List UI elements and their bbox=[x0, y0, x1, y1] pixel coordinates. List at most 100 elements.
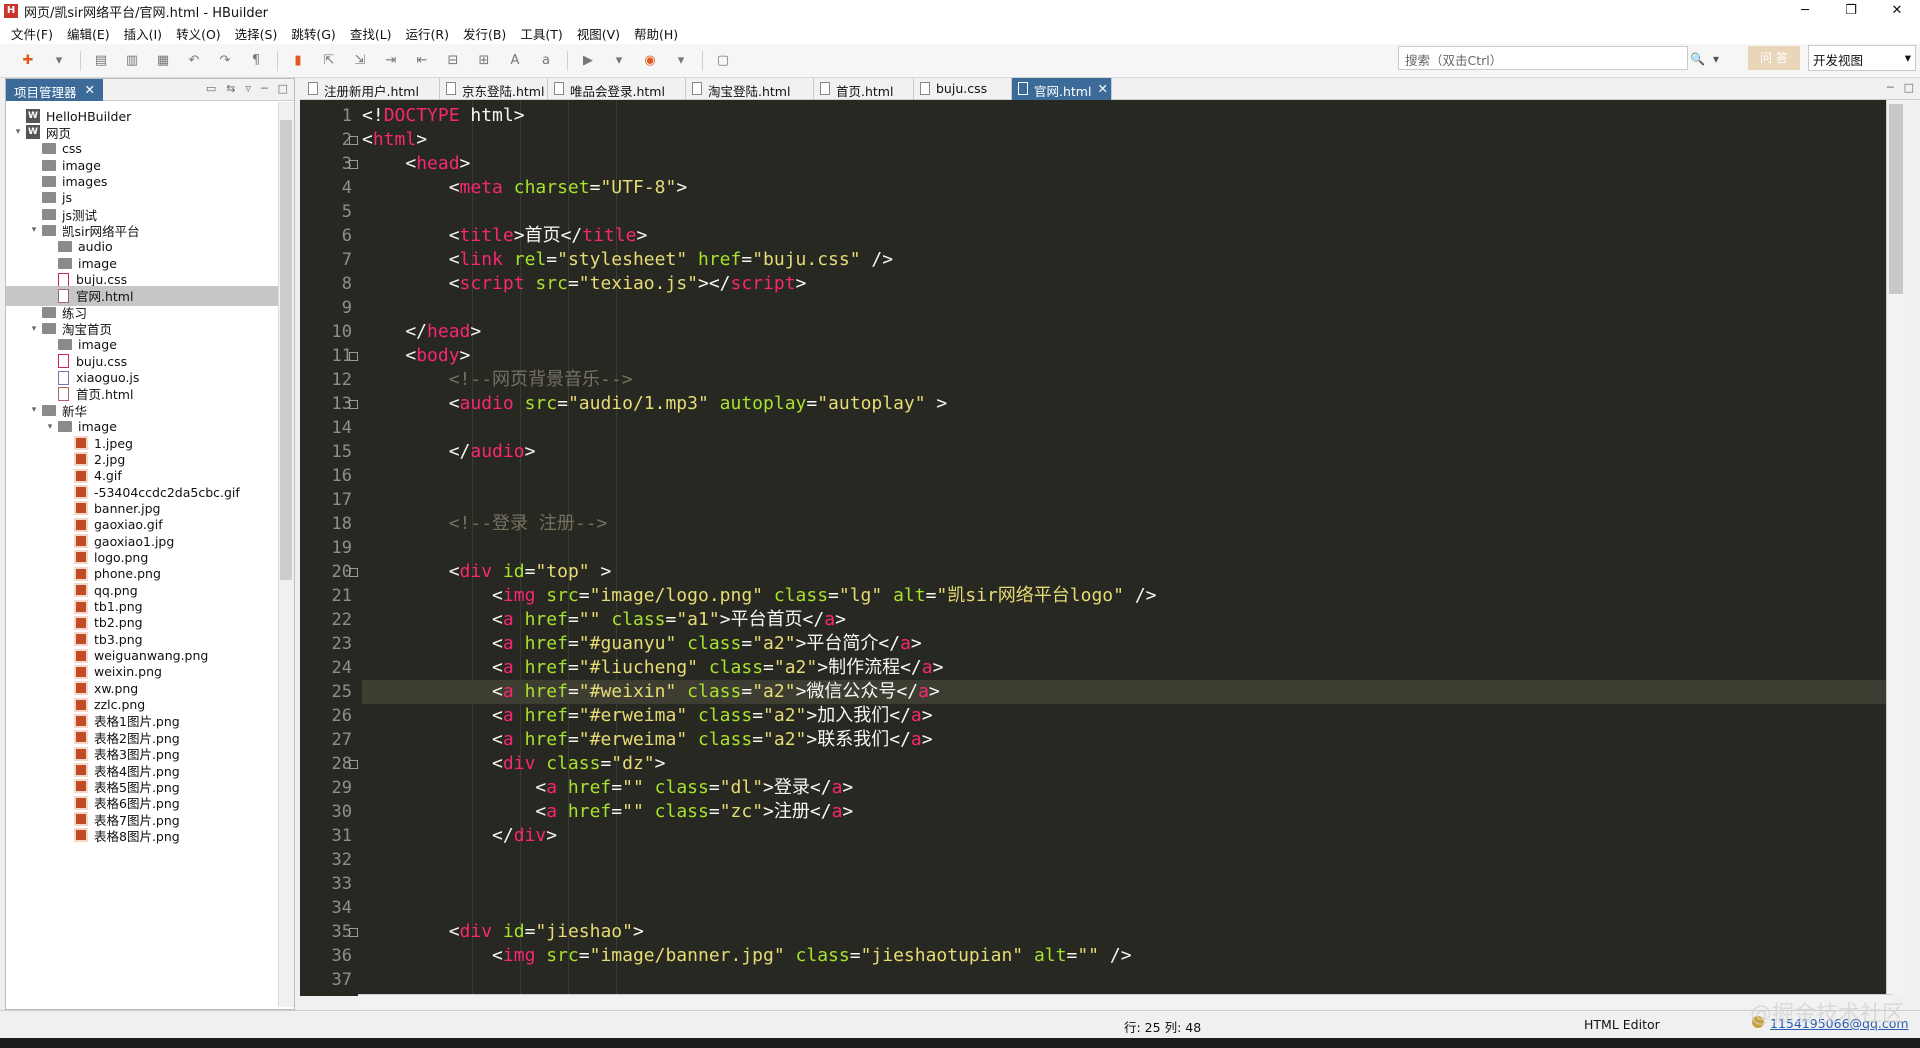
dropdown-icon[interactable]: ▾ bbox=[669, 49, 693, 73]
close-icon[interactable]: ✕ bbox=[1097, 81, 1107, 100]
menu-item[interactable]: 转义(O) bbox=[169, 24, 228, 43]
new-file-icon[interactable]: ✚ bbox=[16, 49, 40, 73]
menu-item[interactable]: 发行(B) bbox=[456, 24, 513, 43]
redo-icon[interactable]: ↷ bbox=[213, 49, 237, 73]
code-line[interactable]: <title>首页</title> bbox=[362, 224, 648, 248]
menu-icon[interactable]: ▿ bbox=[245, 82, 251, 95]
minimize-icon[interactable]: ─ bbox=[261, 82, 268, 95]
code-line[interactable]: <html> bbox=[362, 128, 427, 152]
code-line[interactable]: <a href="#weixin" class="a2">微信公众号</a> bbox=[362, 680, 1892, 704]
code-line[interactable]: <a href="" class="dl">登录</a> bbox=[362, 776, 853, 800]
code-editor[interactable]: 1 2 3 4 5 6 7 8 9 10 11 12 13 14 15 16 17 18 19 20 21 22 23 24 2… bbox=[300, 100, 1892, 996]
minimize-icon[interactable]: ─ bbox=[1887, 81, 1894, 94]
tab-file[interactable]: buju.css bbox=[914, 78, 1012, 100]
scrollbar-thumb[interactable] bbox=[1889, 104, 1903, 294]
code-line[interactable]: <a href="" class="zc">注册</a> bbox=[362, 800, 853, 824]
code-line[interactable]: <img src="image/logo.png" class="lg" alt… bbox=[362, 584, 1156, 608]
code-line[interactable]: </head> bbox=[362, 320, 481, 344]
dropdown-icon[interactable]: ▾ bbox=[47, 49, 71, 73]
tab-file[interactable]: 官网.html ✕ bbox=[1012, 78, 1112, 100]
fold-toggle-icon[interactable] bbox=[349, 400, 358, 409]
menu-item[interactable]: 工具(T) bbox=[513, 24, 569, 43]
code-line[interactable]: <a href="" class="a1">平台首页</a> bbox=[362, 608, 846, 632]
code-line[interactable]: <div id="top" > bbox=[362, 560, 612, 584]
menu-item[interactable]: 查找(L) bbox=[343, 24, 399, 43]
close-icon[interactable]: ✕ bbox=[85, 82, 95, 98]
fold-toggle-icon[interactable] bbox=[349, 760, 358, 769]
menu-item[interactable]: 跳转(G) bbox=[284, 24, 342, 43]
link-editor-icon[interactable]: ⇆ bbox=[226, 82, 235, 95]
uncomment-icon[interactable]: ⊞ bbox=[472, 49, 496, 73]
dropdown-icon[interactable]: ▾ bbox=[607, 49, 631, 73]
undo-icon[interactable]: ↶ bbox=[182, 49, 206, 73]
expand-arrow-icon[interactable]: ▾ bbox=[28, 405, 40, 415]
tab-file[interactable]: 淘宝登陆.html bbox=[686, 78, 814, 100]
code-line[interactable]: <img src="image/banner.jpg" class="jiesh… bbox=[362, 944, 1132, 968]
code-line[interactable]: <script src="texiao.js"></script> bbox=[362, 272, 807, 296]
expand-arrow-icon[interactable]: ▾ bbox=[44, 422, 56, 432]
format-icon[interactable]: ¶ bbox=[244, 49, 268, 73]
editor-horizontal-scrollbar[interactable] bbox=[358, 994, 1892, 1008]
comment-icon[interactable]: ⊟ bbox=[441, 49, 465, 73]
outdent-icon[interactable]: ⇤ bbox=[410, 49, 434, 73]
print-icon[interactable]: ▦ bbox=[151, 49, 175, 73]
maximize-button[interactable]: ❐ bbox=[1828, 0, 1874, 22]
menu-item[interactable]: 文件(F) bbox=[4, 24, 60, 43]
close-window-button[interactable]: ✕ bbox=[1874, 0, 1920, 22]
expand-arrow-icon[interactable]: ▾ bbox=[12, 127, 24, 137]
expand-arrow-icon[interactable]: ▾ bbox=[28, 324, 40, 334]
browser-icon[interactable]: ◉ bbox=[638, 49, 662, 73]
code-line[interactable]: <head> bbox=[362, 152, 470, 176]
tab-file[interactable]: 首页.html bbox=[814, 78, 914, 100]
tab-project-manager[interactable]: 项目管理器 ✕ bbox=[6, 78, 103, 101]
code-line[interactable]: <link rel="stylesheet" href="buju.css" /… bbox=[362, 248, 893, 272]
search-icon[interactable]: 🔍 bbox=[1690, 52, 1705, 66]
search-input[interactable]: 搜索（双击Ctrl） bbox=[1398, 46, 1688, 70]
tree-item[interactable]: 表格8图片.png bbox=[6, 825, 278, 845]
code-line[interactable]: <div id="jieshao"> bbox=[362, 920, 644, 944]
jump-icon[interactable]: ⇱ bbox=[317, 49, 341, 73]
save-icon[interactable]: ▤ bbox=[89, 49, 113, 73]
menu-item[interactable]: 运行(R) bbox=[399, 24, 456, 43]
expand-arrow-icon[interactable]: ▾ bbox=[28, 225, 40, 235]
tab-file[interactable]: 唯品会登录.html bbox=[548, 78, 686, 100]
font-increase-icon[interactable]: A bbox=[503, 49, 527, 73]
ask-button[interactable]: 问 答 bbox=[1748, 46, 1800, 70]
outline-icon[interactable]: ⇲ bbox=[348, 49, 372, 73]
minimize-button[interactable]: ─ bbox=[1782, 0, 1828, 22]
font-decrease-icon[interactable]: a bbox=[534, 49, 558, 73]
preview-icon[interactable]: ▢ bbox=[711, 49, 735, 73]
tab-file[interactable]: 注册新用户.html bbox=[302, 78, 440, 100]
maximize-icon[interactable]: □ bbox=[1904, 81, 1914, 94]
code-line[interactable]: <div class="dz"> bbox=[362, 752, 665, 776]
bookmark-icon[interactable]: ▮ bbox=[286, 49, 310, 73]
collapse-icon[interactable]: ▭ bbox=[206, 82, 216, 95]
code-line[interactable]: <!--网页背景音乐--> bbox=[362, 368, 633, 392]
code-line[interactable]: <a href="#erweima" class="a2">联系我们</a> bbox=[362, 728, 933, 752]
code-line[interactable]: <meta charset="UTF-8"> bbox=[362, 176, 687, 200]
menu-item[interactable]: 插入(I) bbox=[117, 24, 169, 43]
search-options-chevron-icon[interactable]: ▾ bbox=[1713, 52, 1719, 66]
tab-file[interactable]: 京东登陆.html bbox=[440, 78, 548, 100]
scrollbar-thumb[interactable] bbox=[280, 120, 292, 580]
fold-toggle-icon[interactable] bbox=[349, 352, 358, 361]
save-all-icon[interactable]: ▥ bbox=[120, 49, 144, 73]
code-line[interactable]: <!DOCTYPE html> bbox=[362, 104, 525, 128]
run-icon[interactable]: ▶ bbox=[576, 49, 600, 73]
fold-toggle-icon[interactable] bbox=[349, 928, 358, 937]
fold-toggle-icon[interactable] bbox=[349, 136, 358, 145]
menu-item[interactable]: 视图(V) bbox=[570, 24, 627, 43]
code-line[interactable]: <a href="#guanyu" class="a2">平台简介</a> bbox=[362, 632, 922, 656]
menu-item[interactable]: 选择(S) bbox=[228, 24, 285, 43]
menu-item[interactable]: 编辑(E) bbox=[60, 24, 117, 43]
indent-icon[interactable]: ⇥ bbox=[379, 49, 403, 73]
editor-vertical-scrollbar[interactable] bbox=[1886, 100, 1906, 996]
code-line[interactable]: <body> bbox=[362, 344, 470, 368]
view-select[interactable]: 开发视图 ▾ bbox=[1808, 45, 1916, 71]
code-line[interactable]: <a href="#liucheng" class="a2">制作流程</a> bbox=[362, 656, 943, 680]
fold-toggle-icon[interactable] bbox=[349, 568, 358, 577]
code-line[interactable]: <a href="#erweima" class="a2">加入我们</a> bbox=[362, 704, 933, 728]
maximize-icon[interactable]: □ bbox=[278, 82, 288, 95]
code-line[interactable]: <!--登录 注册--> bbox=[362, 512, 608, 536]
tree-scrollbar[interactable] bbox=[278, 102, 294, 1007]
